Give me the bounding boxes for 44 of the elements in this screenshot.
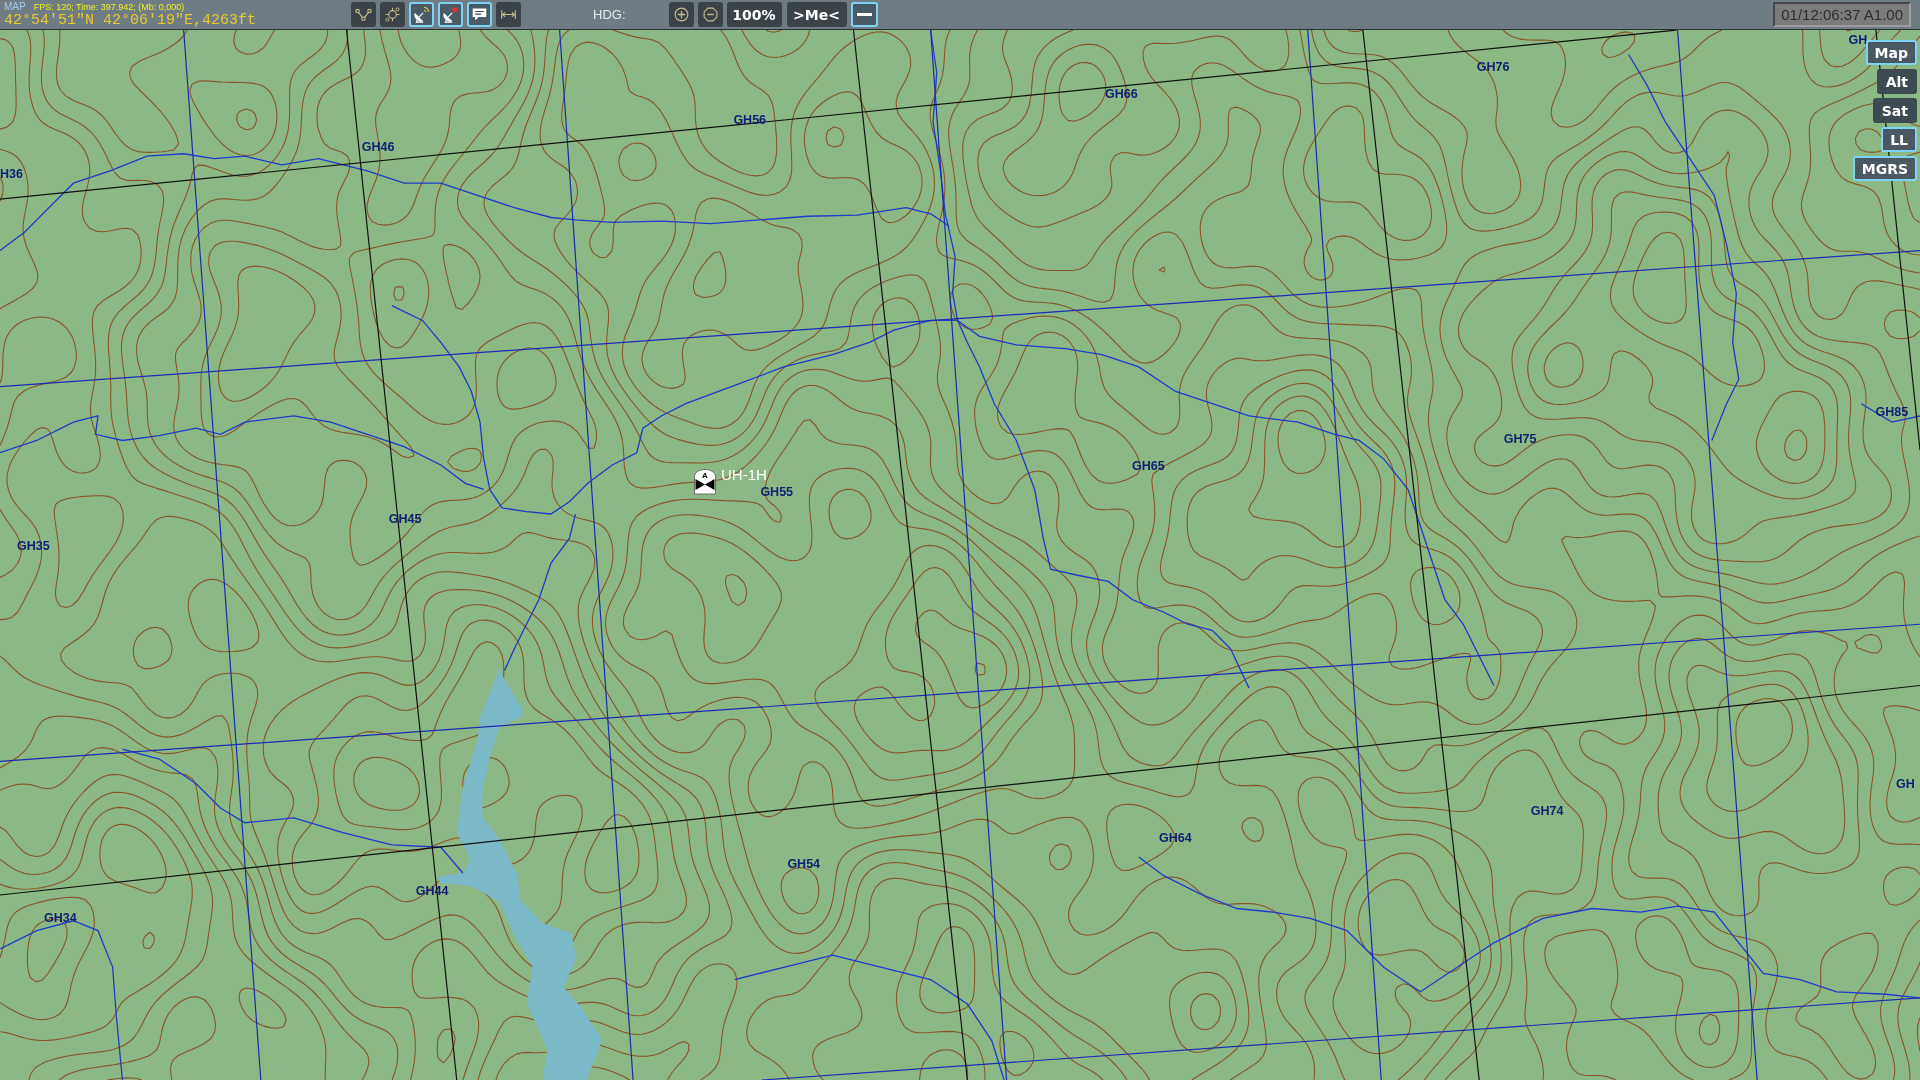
grid-square-label: GH <box>1896 778 1915 791</box>
grid-square-label: GH64 <box>1159 831 1192 845</box>
grid-square-label: GH85 <box>1875 406 1909 419</box>
coordinate-format-button[interactable]: MGRS <box>1852 156 1917 181</box>
speech-bubble-icon <box>471 6 488 23</box>
heading-label: HDG: <box>593 7 626 22</box>
grid-square-label: GH74 <box>1530 804 1564 818</box>
route-icon <box>355 6 372 23</box>
zoom-out-button[interactable] <box>697 2 723 27</box>
horizontal-bar-icon <box>856 13 872 16</box>
zoom-in-icon <box>672 6 690 23</box>
grid-square-label: GH66 <box>1105 87 1138 101</box>
grid-square-label: GH <box>1848 34 1868 47</box>
grid-square-label: GH75 <box>1503 432 1537 446</box>
toolbar-button[interactable] <box>351 2 376 27</box>
toolbar-button[interactable] <box>496 2 521 27</box>
grid-square-label: GH35 <box>17 540 50 553</box>
coordinate-format-button[interactable]: LL <box>1881 127 1917 152</box>
toolbar-button[interactable] <box>438 2 463 27</box>
map-mode-button[interactable]: Sat <box>1872 98 1917 123</box>
zoom-in-button[interactable] <box>668 2 694 27</box>
toolbar-button[interactable] <box>467 2 492 27</box>
map-mode-button[interactable]: Alt <box>1876 69 1917 94</box>
zoom-out-icon <box>701 6 719 23</box>
toolbar-button[interactable] <box>380 2 405 27</box>
grid-square-label: GH55 <box>760 486 794 499</box>
grid-square-label: GH54 <box>787 858 821 871</box>
satellite-dish-icon <box>413 6 430 23</box>
toolbar-button[interactable] <box>850 2 878 27</box>
grid-square-label: GH76 <box>1476 60 1510 74</box>
mission-time-display: 01/12:06:37 A1.00 <box>1773 2 1911 27</box>
cursor-coordinates: 42°54'51"N 42°06'19"E,4263ft <box>4 12 258 28</box>
toolbar-button[interactable] <box>409 2 434 27</box>
zoom-level-readout: 100% <box>726 2 782 27</box>
river <box>1860 403 1920 423</box>
map-title: MAP <box>4 1 26 12</box>
satellite-dish-icon <box>442 6 459 23</box>
grid-square-label: H36 <box>0 168 23 181</box>
grid-square-label: GH46 <box>361 141 395 154</box>
center-on-me-button[interactable]: >Me< <box>786 2 847 27</box>
grid-square-label: GH65 <box>1132 459 1165 473</box>
crosshair-icon <box>384 6 401 23</box>
fps-readout: FPS: 120; Time: 397.942; (Mb: 0,000) <box>33 2 185 12</box>
grid-square-label: GH34 <box>44 912 77 925</box>
